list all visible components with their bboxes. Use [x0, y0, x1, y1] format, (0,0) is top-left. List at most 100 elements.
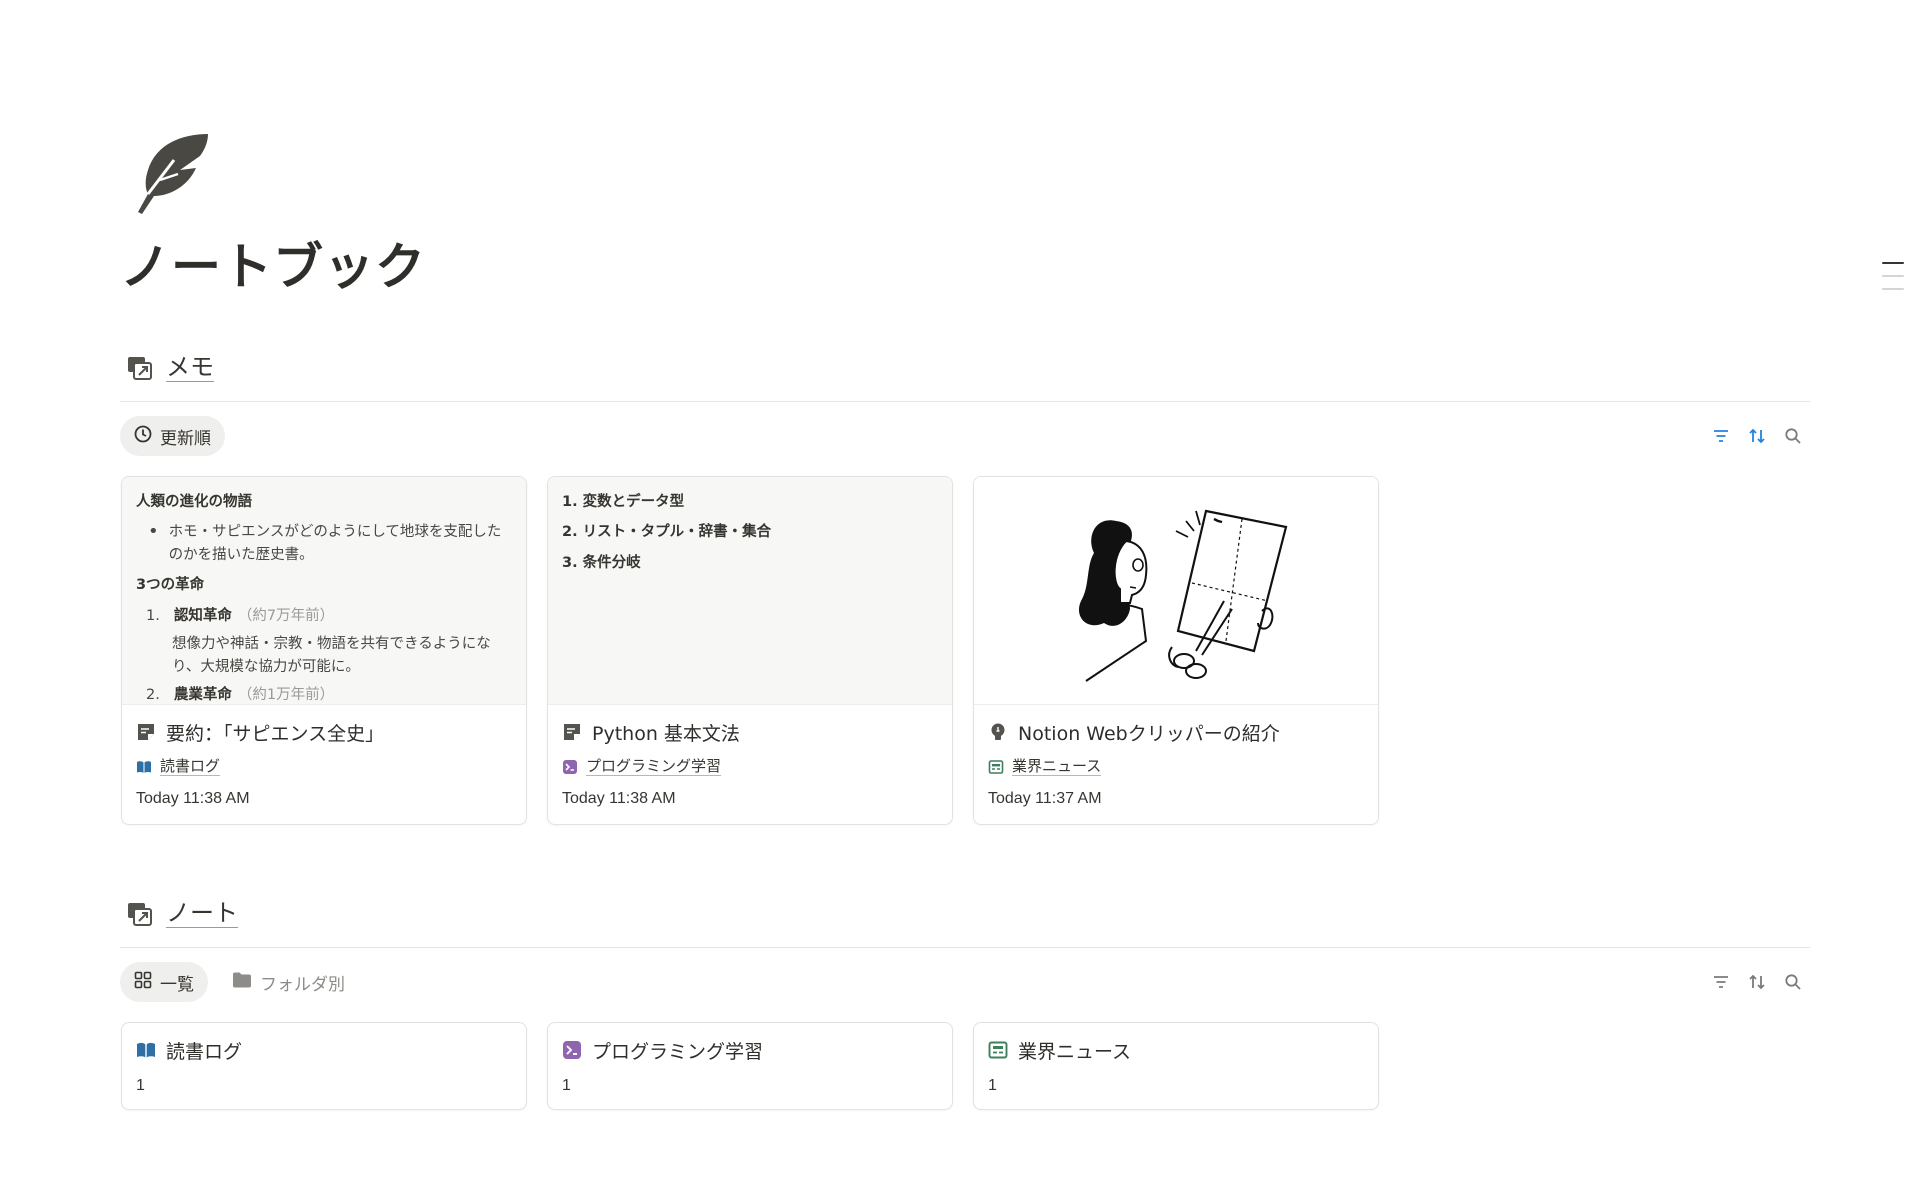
card-body: 業界ニュース 1	[974, 1023, 1378, 1109]
relation-label: プログラミング学習	[586, 757, 722, 776]
preview-heading: 人類の進化の物語	[136, 494, 252, 510]
gallery-card[interactable]: 1. 変数とデータ型 2. リスト・タプル・辞書・集合 3. 条件分岐 Pyth…	[547, 476, 953, 825]
card-body: Notion Webクリッパーの紹介 業界ニュース Today 11:37 AM	[974, 705, 1378, 824]
note-icon	[136, 722, 156, 742]
gallery-card[interactable]: Notion Webクリッパーの紹介 業界ニュース Today 11:37 AM	[973, 476, 1379, 825]
book-icon	[136, 1040, 156, 1060]
preview-paragraph: 想像力や神話・宗教・物語を共有できるようになり、大規模な協力が可能に。	[172, 636, 491, 675]
woman-cutting-paper-illustration	[1078, 509, 1288, 682]
item-title: 認知革命	[173, 607, 232, 624]
memo-db-title[interactable]: メモ	[166, 353, 214, 383]
card-title-text: Python 基本文法	[592, 722, 740, 745]
relation-label: 読書ログ	[160, 757, 221, 776]
item-number: 2.	[146, 687, 160, 704]
preview-bullet: • ホモ・サピエンスがどのようにして地球を支配したのかを描いた歴史書。	[136, 521, 512, 566]
relation-tag[interactable]: プログラミング学習	[562, 757, 938, 776]
preview-numbered-item: 2. 農業革命 （約1万年前）	[136, 684, 512, 704]
gallery-card[interactable]: 人類の進化の物語 • ホモ・サピエンスがどのようにして地球を支配したのかを描いた…	[121, 476, 527, 825]
relation-label: 業界ニュース	[1012, 757, 1102, 776]
item-note: （約1万年前）	[237, 687, 335, 704]
preview-subheading: 3つの革命	[136, 577, 205, 594]
divider	[120, 947, 1810, 948]
card-count: 1	[136, 1077, 145, 1094]
view-tab-label: 一覧	[160, 974, 194, 995]
filter-icon[interactable]	[1712, 427, 1730, 445]
memo-toolbar: 更新順	[120, 416, 1810, 456]
note-gallery: 読書ログ 1 プログラミング学習 1 業界ニュース 1	[120, 1022, 1810, 1110]
linked-database-icon	[126, 900, 154, 928]
view-tab-list[interactable]: 一覧	[120, 962, 208, 1002]
terminal-icon	[562, 1040, 582, 1060]
grid-icon	[134, 971, 152, 994]
relation-tag[interactable]: 読書ログ	[136, 757, 512, 776]
card-title[interactable]: 業界ニュース	[988, 1035, 1364, 1065]
newspaper-icon	[988, 1040, 1008, 1060]
note-icon	[562, 722, 582, 742]
view-tab-label: フォルダ別	[260, 974, 345, 995]
book-icon	[136, 759, 152, 775]
lightbulb-icon	[988, 722, 1008, 742]
db-tools	[1712, 973, 1810, 991]
card-cover-image	[974, 477, 1378, 705]
card-body: Python 基本文法 プログラミング学習 Today 11:38 AM	[548, 705, 952, 824]
page-title[interactable]: ノートブック	[120, 240, 1810, 295]
card-title-text: 要約：「サピエンス全史」	[166, 722, 385, 745]
divider	[120, 401, 1810, 402]
preview-numbered-item: 1. 認知革命 （約7万年前）	[136, 605, 512, 627]
gallery-card[interactable]: プログラミング学習 1	[547, 1022, 953, 1110]
card-title[interactable]: 読書ログ	[136, 1035, 512, 1065]
view-tab-folder[interactable]: フォルダ別	[218, 962, 359, 1002]
outline-line	[1882, 262, 1904, 264]
card-title-text: プログラミング学習	[592, 1040, 764, 1063]
view-tabs: 更新順	[120, 416, 225, 456]
outline-line	[1882, 288, 1904, 290]
filter-icon[interactable]	[1712, 973, 1730, 991]
memo-db-header: メモ	[120, 351, 1810, 385]
relation-tag[interactable]: 業界ニュース	[988, 757, 1364, 776]
card-title[interactable]: プログラミング学習	[562, 1035, 938, 1065]
view-tab-label: 更新順	[160, 428, 211, 449]
view-tabs: 一覧 フォルダ別	[120, 962, 359, 1002]
page-content: ノートブック メモ 更新順 人類の進化の物語 • ホモ・サピエンスがどのようにし…	[120, 130, 1810, 1110]
card-count: 1	[988, 1077, 997, 1094]
note-db-title[interactable]: ノート	[166, 899, 238, 929]
note-toolbar: 一覧 フォルダ別	[120, 962, 1810, 1002]
note-db-header: ノート	[120, 897, 1810, 931]
item-note: （約7万年前）	[237, 607, 335, 624]
card-title-text: 業界ニュース	[1018, 1040, 1132, 1063]
clock-icon	[134, 425, 152, 448]
gallery-card[interactable]: 業界ニュース 1	[973, 1022, 1379, 1110]
search-icon[interactable]	[1784, 427, 1802, 445]
linked-database-icon	[126, 354, 154, 382]
search-icon[interactable]	[1784, 973, 1802, 991]
card-body: 読書ログ 1	[122, 1023, 526, 1109]
db-tools	[1712, 427, 1810, 445]
item-number: 1.	[146, 607, 160, 624]
item-title: 農業革命	[173, 687, 232, 704]
card-title[interactable]: Notion Webクリッパーの紹介	[988, 717, 1364, 747]
card-date: Today 11:38 AM	[562, 790, 676, 807]
card-preview: 人類の進化の物語 • ホモ・サピエンスがどのようにして地球を支配したのかを描いた…	[122, 477, 526, 705]
card-title-text: Notion Webクリッパーの紹介	[1018, 722, 1280, 745]
gallery-card[interactable]: 読書ログ 1	[121, 1022, 527, 1110]
bullet-dot: •	[148, 521, 159, 543]
terminal-icon	[562, 759, 578, 775]
card-title-text: 読書ログ	[166, 1040, 243, 1063]
newspaper-icon	[988, 759, 1004, 775]
memo-gallery: 人類の進化の物語 • ホモ・サピエンスがどのようにして地球を支配したのかを描いた…	[120, 476, 1810, 825]
card-body: 要約：「サピエンス全史」 読書ログ Today 11:38 AM	[122, 705, 526, 824]
card-preview: 1. 変数とデータ型 2. リスト・タプル・辞書・集合 3. 条件分岐	[548, 477, 952, 705]
feather-icon[interactable]	[130, 130, 212, 216]
sort-icon[interactable]	[1748, 973, 1766, 991]
card-body: プログラミング学習 1	[548, 1023, 952, 1109]
card-count: 1	[562, 1077, 571, 1094]
outline-indicator[interactable]	[1882, 262, 1904, 301]
outline-line	[1882, 275, 1904, 277]
card-title[interactable]: 要約：「サピエンス全史」	[136, 717, 512, 747]
card-title[interactable]: Python 基本文法	[562, 717, 938, 747]
card-date: Today 11:38 AM	[136, 790, 250, 807]
view-tab-updated[interactable]: 更新順	[120, 416, 225, 456]
sort-icon[interactable]	[1748, 427, 1766, 445]
preview-list-item: 3. 条件分岐	[562, 554, 641, 571]
preview-bullet-text: ホモ・サピエンスがどのようにして地球を支配したのかを描いた歴史書。	[168, 524, 502, 563]
